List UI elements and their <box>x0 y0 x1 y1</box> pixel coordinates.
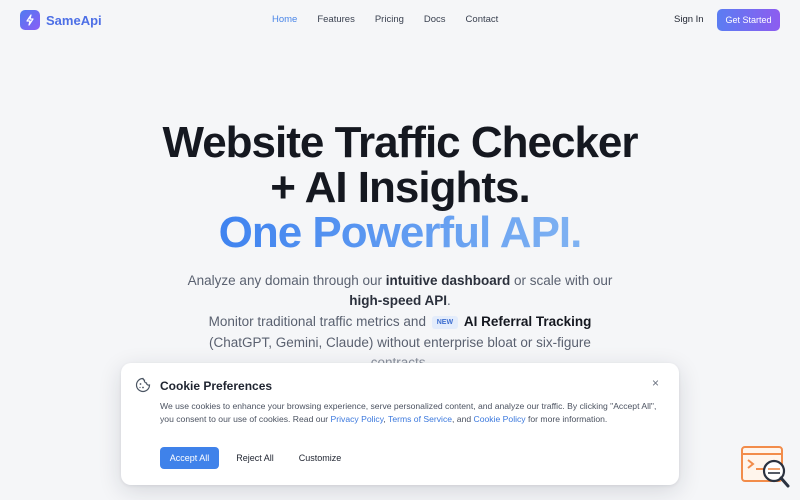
subtitle-bold-ai-referral: AI Referral Tracking <box>463 314 592 329</box>
cookie-policy-link[interactable]: Cookie Policy <box>474 414 526 424</box>
hero-title-highlight: One Powerful API. <box>218 208 583 257</box>
nav-link-docs[interactable]: Docs <box>424 14 446 25</box>
accept-all-button[interactable]: Accept All <box>160 447 219 469</box>
brand-name: SameApi <box>46 12 102 28</box>
get-started-button[interactable]: Get Started <box>717 9 780 31</box>
cookie-banner: Cookie Preferences × We use cookies to e… <box>121 363 679 485</box>
nav-link-features[interactable]: Features <box>317 14 355 25</box>
new-badge: NEW <box>431 316 459 329</box>
cookie-text: , and <box>452 413 474 424</box>
cookie-description: We use cookies to enhance your browsing … <box>160 400 660 425</box>
subtitle-text: . <box>447 293 451 308</box>
nav-link-contact[interactable]: Contact <box>466 14 499 25</box>
cookie-text: for more information. <box>525 413 608 424</box>
cookie-icon <box>135 377 151 393</box>
hero-subtitle-line2: high-speed API. <box>0 293 800 308</box>
subtitle-bold-dashboard: intuitive dashboard <box>385 273 511 288</box>
hero-subtitle-line4: (ChatGPT, Gemini, Claude) without enterp… <box>209 335 591 350</box>
hero-subtitle-line1: Analyze any domain through our intuitive… <box>0 273 800 288</box>
brand-logo[interactable]: SameApi <box>20 10 102 30</box>
nav-link-pricing[interactable]: Pricing <box>375 14 404 25</box>
reject-all-button[interactable]: Reject All <box>229 447 281 469</box>
close-icon[interactable]: × <box>652 376 659 390</box>
subtitle-text: Monitor traditional traffic metrics and <box>208 314 426 329</box>
hero-title-line1: Website Traffic Checker <box>162 118 638 167</box>
lightning-icon <box>20 10 40 30</box>
hero-subtitle-line3: Monitor traditional traffic metrics and … <box>0 314 800 329</box>
terms-of-service-link[interactable]: Terms of Service <box>388 414 452 424</box>
customize-button[interactable]: Customize <box>291 447 349 469</box>
nav-link-home[interactable]: Home <box>272 14 297 25</box>
nav-links: Home Features Pricing Docs Contact <box>272 14 498 25</box>
hero-title-line2: + AI Insights. <box>270 163 530 212</box>
subtitle-bold-api: high-speed API <box>349 293 447 308</box>
subtitle-text: Analyze any domain through our <box>187 273 386 288</box>
hero-title-line3: One Powerful API. <box>0 208 800 258</box>
cookie-title: Cookie Preferences <box>160 379 273 393</box>
privacy-policy-link[interactable]: Privacy Policy <box>331 414 384 424</box>
subtitle-text: or scale with our <box>510 273 613 288</box>
search-analytics-widget-icon[interactable] <box>740 445 792 490</box>
signin-link[interactable]: Sign In <box>674 14 704 25</box>
top-nav: SameApi Home Features Pricing Docs Conta… <box>0 0 800 40</box>
